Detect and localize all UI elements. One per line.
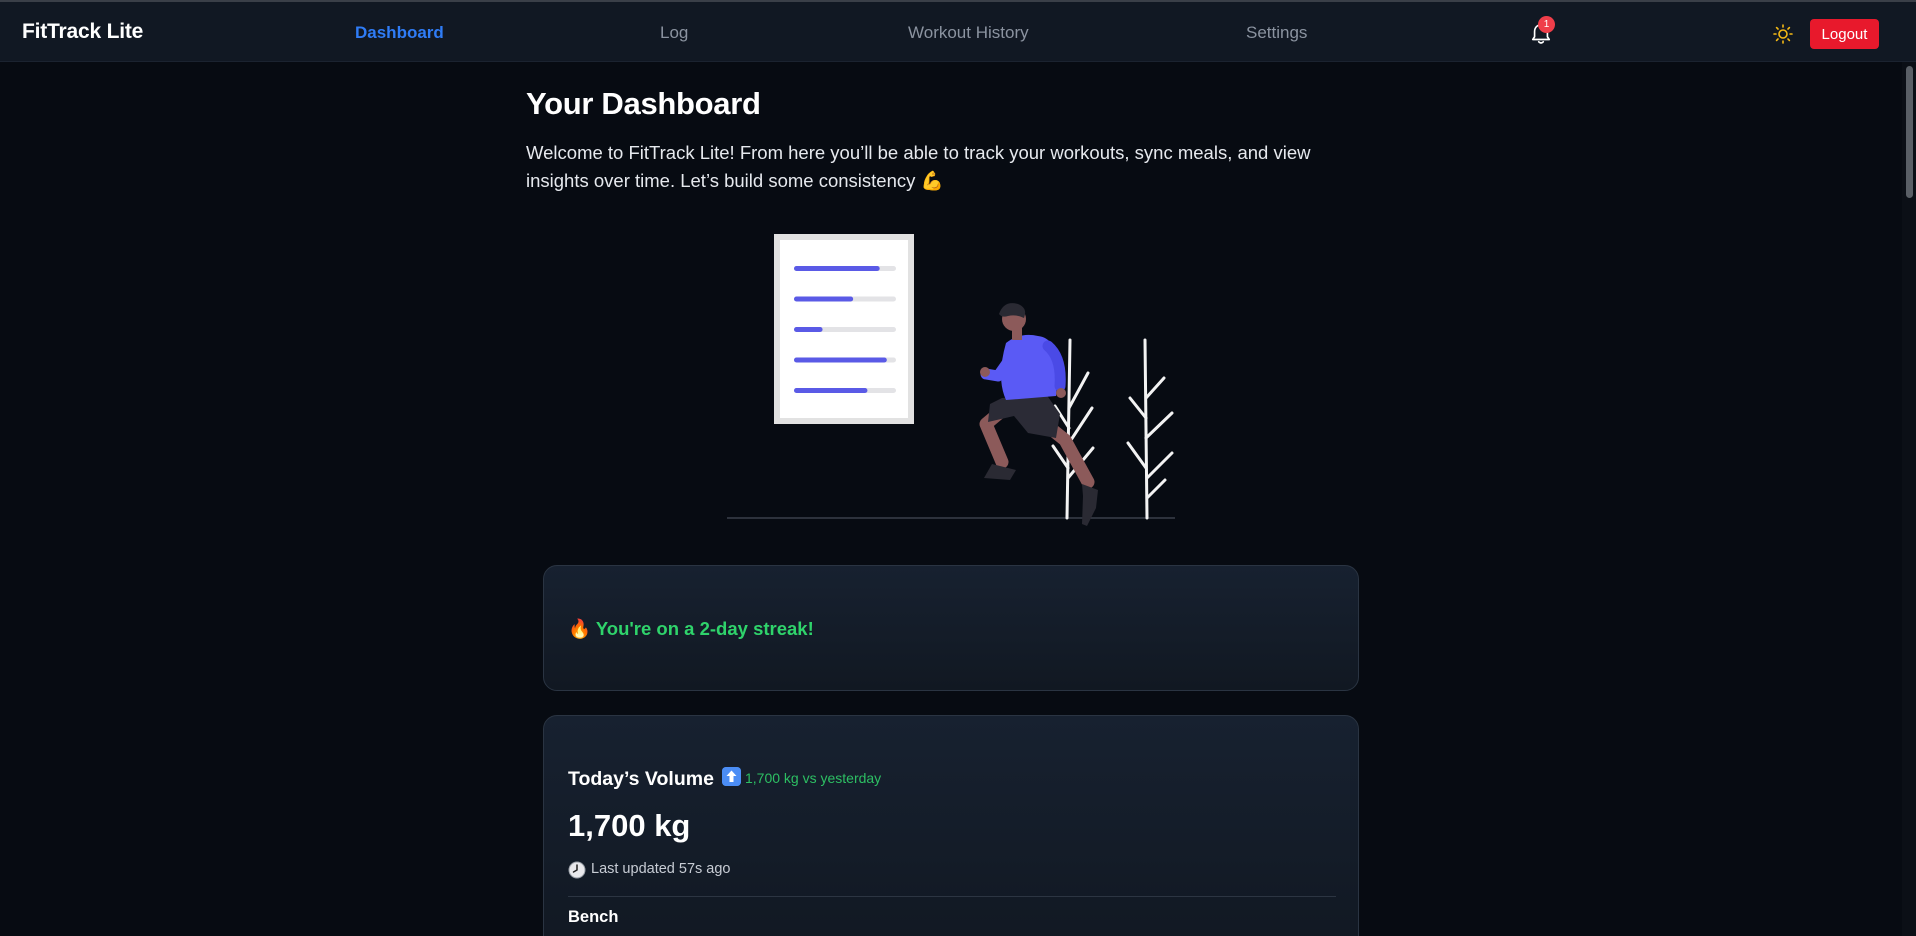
tree-right	[1126, 338, 1174, 520]
clock-icon	[568, 861, 586, 879]
streak-card: 🔥 You're on a 2-day streak!	[543, 565, 1359, 691]
streak-message: 🔥 You're on a 2-day streak!	[568, 618, 814, 639]
volume-delta: 1,700 kg vs yesterday	[745, 770, 882, 786]
volume-title: Today’s Volume	[568, 768, 714, 790]
nav-dashboard[interactable]: Dashboard	[355, 23, 444, 43]
nav-workout-history[interactable]: Workout History	[908, 23, 1029, 43]
page-title: Your Dashboard	[526, 86, 761, 121]
brand-logo[interactable]: FitTrack Lite	[22, 20, 143, 44]
top-navbar: FitTrack Lite Dashboard Log Workout Hist…	[0, 2, 1916, 62]
progress-fill	[794, 357, 887, 363]
exercise-name-bench: Bench	[568, 908, 619, 926]
scrollbar-thumb[interactable]	[1906, 66, 1913, 198]
progress-fill	[794, 296, 854, 302]
nav-settings[interactable]: Settings	[1246, 23, 1307, 43]
runner-illustration	[727, 234, 1175, 526]
nav-log[interactable]: Log	[660, 23, 688, 43]
todays-volume-card: Today’s Volume 1,700 kg vs yesterday 1,7…	[543, 715, 1359, 936]
welcome-text: Welcome to FitTrack Lite! From here you’…	[526, 142, 1311, 191]
progress-fill	[794, 327, 823, 332]
logout-button[interactable]: Logout	[1810, 19, 1879, 49]
last-updated-text: Last updated 57s ago	[591, 861, 731, 877]
progress-fill	[794, 266, 880, 271]
sun-icon[interactable]	[1773, 24, 1793, 44]
progress-fill	[794, 388, 868, 393]
runner-figure	[979, 303, 1098, 526]
volume-value: 1,700 kg	[568, 808, 691, 843]
up-arrow-icon	[722, 767, 741, 786]
card-divider	[568, 896, 1336, 897]
notification-badge: 1	[1538, 16, 1555, 33]
